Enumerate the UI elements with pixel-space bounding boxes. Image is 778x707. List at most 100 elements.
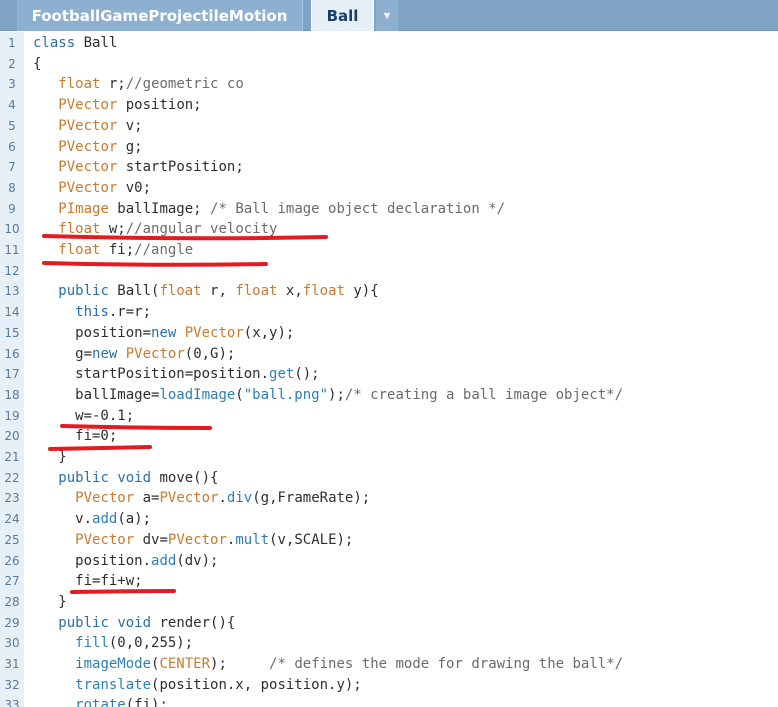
line-number: 5 <box>8 118 16 133</box>
line-number: 17 <box>4 367 20 382</box>
code-text: } <box>33 593 67 610</box>
code-text: PVector startPosition; <box>58 159 244 176</box>
line-number: 28 <box>4 594 20 609</box>
line-number: 10 <box>4 222 20 237</box>
line-number: 25 <box>4 532 20 547</box>
code-line[interactable]: 22 public void move(){ <box>0 468 778 489</box>
code-line[interactable]: 10 float w;//angular velocity <box>0 219 778 240</box>
code-text: PVector position; <box>58 97 202 114</box>
code-line[interactable]: 33 rotate(fi); <box>0 695 778 707</box>
line-number: 3 <box>8 77 16 92</box>
code-line[interactable]: 24 v.add(a); <box>0 509 778 530</box>
code-line[interactable]: 7 PVector startPosition; <box>0 157 778 178</box>
line-number: 27 <box>4 574 20 589</box>
code-line[interactable]: 20 fi=0; <box>0 426 778 447</box>
line-number: 15 <box>4 325 20 340</box>
code-line[interactable]: 3 float r;//geometric co <box>0 74 778 95</box>
code-text: position=new PVector(x,y); <box>33 324 295 341</box>
line-number: 1 <box>8 36 16 50</box>
line-number: 26 <box>4 553 20 568</box>
line-number: 29 <box>4 615 20 630</box>
tab-bar: FootballGameProjectileMotion Ball ▼ <box>0 0 778 31</box>
code-text: PImage ballImage; /* Ball image object d… <box>58 200 506 217</box>
line-number: 22 <box>4 470 20 485</box>
line-number: 23 <box>4 491 20 506</box>
code-line[interactable]: 31 imageMode(CENTER); /* defines the mod… <box>0 654 778 675</box>
code-text: w=-0.1; <box>33 407 135 424</box>
code-line[interactable]: 29 public void render(){ <box>0 613 778 634</box>
line-number: 32 <box>4 677 20 692</box>
code-line[interactable]: 8 PVector v0; <box>0 178 778 199</box>
code-line[interactable]: 28 } <box>0 592 778 613</box>
code-line[interactable]: 14 this.r=r; <box>0 302 778 323</box>
code-text: rotate(fi); <box>75 697 168 707</box>
code-text: PVector g; <box>58 138 143 155</box>
code-text: v.add(a); <box>33 511 152 528</box>
line-number: 30 <box>4 636 20 651</box>
code-text: fill(0,0,255); <box>75 635 194 652</box>
code-text: startPosition=position.get(); <box>33 366 320 383</box>
code-text: public void render(){ <box>58 614 236 631</box>
line-number: 31 <box>4 657 20 671</box>
code-line[interactable]: 18 ballImage=loadImage("ball.png");/* cr… <box>0 385 778 406</box>
code-line[interactable]: 32 translate(position.x, position.y); <box>0 675 778 696</box>
line-number: 8 <box>8 180 16 195</box>
code-text: float w;//angular velocity <box>58 221 278 238</box>
code-line[interactable]: 9 PImage ballImage; /* Ball image object… <box>0 199 778 220</box>
code-line[interactable]: 5 PVector v; <box>0 116 778 137</box>
code-text: } <box>33 449 67 465</box>
code-text: fi=fi+w; <box>33 573 143 590</box>
tab-football-game[interactable]: FootballGameProjectileMotion <box>17 0 303 31</box>
code-text: class Ball <box>33 35 118 51</box>
code-line[interactable]: 4 PVector position; <box>0 95 778 116</box>
code-text: imageMode(CENTER); /* defines the mode f… <box>75 656 624 672</box>
code-line[interactable]: 25 PVector dv=PVector.mult(v,SCALE); <box>0 530 778 551</box>
line-number: 4 <box>8 98 16 113</box>
line-number: 33 <box>4 698 20 707</box>
code-line[interactable]: 30 fill(0,0,255); <box>0 633 778 654</box>
code-line[interactable]: 12 <box>0 261 778 282</box>
code-text: { <box>33 55 42 72</box>
code-text: public Ball(float r, float x,float y){ <box>58 283 379 300</box>
code-text: PVector v0; <box>58 179 152 196</box>
line-number: 14 <box>4 305 20 320</box>
line-number: 11 <box>4 243 20 257</box>
dropdown-arrow-icon[interactable]: ▼ <box>376 0 398 31</box>
line-number: 21 <box>4 450 20 464</box>
code-editor[interactable]: 1 class Ball 2{3 float r;//geometric co 4 P… <box>0 32 778 707</box>
code-line[interactable]: 17 startPosition=position.get(); <box>0 364 778 385</box>
code-line[interactable]: 11 float fi;//angle <box>0 240 778 261</box>
line-number: 13 <box>4 284 20 299</box>
code-line[interactable]: 27 fi=fi+w; <box>0 571 778 592</box>
code-line[interactable]: 13 public Ball(float r, float x,float y)… <box>0 281 778 302</box>
line-number: 2 <box>8 56 16 71</box>
line-number: 24 <box>4 512 20 527</box>
code-text: public void move(){ <box>58 469 219 486</box>
code-text: PVector v; <box>58 117 143 134</box>
code-line[interactable]: 6 PVector g; <box>0 137 778 158</box>
line-number: 7 <box>8 160 16 175</box>
code-text: float fi;//angle <box>58 242 194 258</box>
code-text: PVector dv=PVector.mult(v,SCALE); <box>75 531 354 548</box>
code-text: PVector a=PVector.div(g,FrameRate); <box>75 490 371 507</box>
line-number: 18 <box>4 387 20 402</box>
line-number: 12 <box>4 263 20 278</box>
line-number: 9 <box>8 201 16 216</box>
tab-ball[interactable]: Ball <box>311 0 374 31</box>
code-line[interactable]: 19 w=-0.1; <box>0 406 778 427</box>
code-line[interactable]: 1 class Ball <box>0 33 778 54</box>
code-text: position.add(dv); <box>33 552 219 569</box>
line-number: 20 <box>4 429 20 444</box>
code-line[interactable]: 15 position=new PVector(x,y); <box>0 323 778 344</box>
code-line[interactable]: 16 g=new PVector(0,G); <box>0 344 778 365</box>
code-text: float r;//geometric co <box>58 76 244 93</box>
code-line[interactable]: 21 } <box>0 447 778 468</box>
code-line[interactable]: 23 PVector a=PVector.div(g,FrameRate); <box>0 488 778 509</box>
code-text: this.r=r; <box>75 304 152 321</box>
code-line[interactable]: 2{ <box>0 54 778 75</box>
line-number: 19 <box>4 408 20 423</box>
code-text: g=new PVector(0,G); <box>33 345 236 362</box>
code-text: ballImage=loadImage("ball.png");/* creat… <box>33 386 624 403</box>
code-line[interactable]: 26 position.add(dv); <box>0 551 778 572</box>
code-text: fi=0; <box>33 428 118 445</box>
